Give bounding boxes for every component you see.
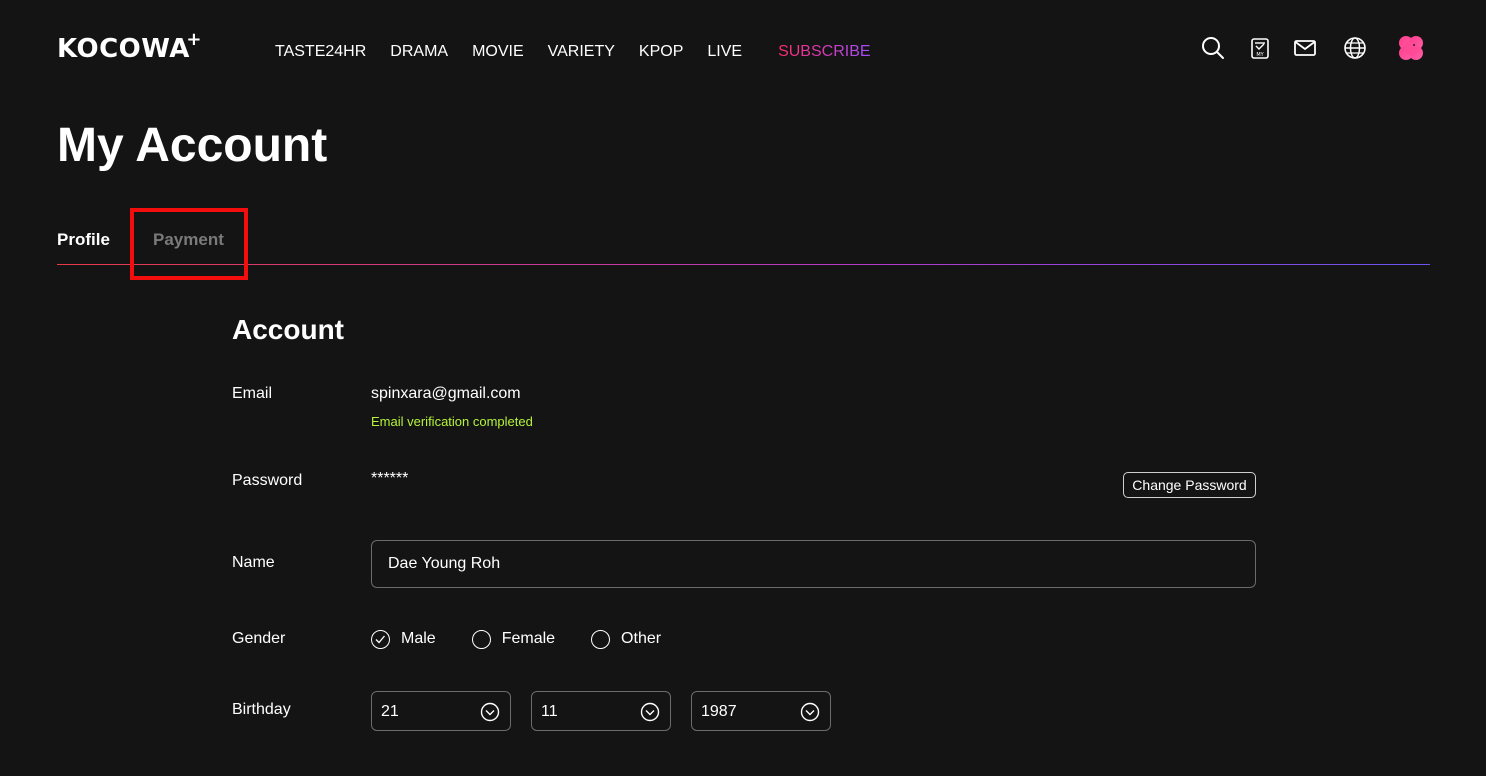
email-value: spinxara@gmail.com: [371, 385, 521, 402]
change-password-button[interactable]: Change Password: [1123, 472, 1256, 498]
email-verification-status: Email verification completed: [371, 414, 533, 429]
password-value: ******: [371, 470, 409, 487]
search-icon[interactable]: [1200, 35, 1226, 61]
tab-divider: [57, 264, 1430, 265]
logo-text: KOCOWA: [57, 34, 190, 64]
birthday-month-value: 11: [541, 703, 558, 720]
name-field[interactable]: [371, 540, 1256, 588]
page-title: My Account: [57, 119, 328, 172]
radio-checked-icon: [371, 629, 390, 649]
my-list-icon[interactable]: MY: [1247, 35, 1273, 61]
birthday-day-value: 21: [381, 703, 399, 720]
gender-other-label: Other: [621, 630, 662, 647]
name-label: Name: [232, 554, 275, 571]
chevron-down-icon: [640, 702, 660, 722]
profile-avatar-icon[interactable]: [1397, 34, 1425, 62]
nav-drama[interactable]: DRAMA: [390, 43, 448, 61]
gender-option-female[interactable]: Female: [471, 629, 556, 649]
site-header: KOCOWA + TASTE24HR DRAMA MOVIE VARIETY KP…: [0, 0, 1486, 100]
mail-icon[interactable]: [1292, 35, 1318, 61]
nav-taste24hr[interactable]: TASTE24HR: [275, 43, 366, 61]
gender-option-male[interactable]: Male: [371, 629, 436, 649]
account-tabs: Profile Payment: [57, 226, 1430, 266]
my-list-icon-text: MY: [1256, 52, 1264, 58]
logo-plus: +: [186, 29, 202, 50]
main-nav: TASTE24HR DRAMA MOVIE VARIETY KPOP LIVE …: [275, 43, 895, 61]
birthday-month-select[interactable]: 11: [531, 691, 671, 731]
payment-tab-highlight: [130, 208, 248, 280]
account-section-title: Account: [232, 314, 344, 345]
gender-male-label: Male: [401, 630, 436, 647]
tab-profile[interactable]: Profile: [57, 230, 110, 250]
gender-radio-group: Male Female Other: [371, 629, 697, 649]
nav-variety[interactable]: VARIETY: [548, 43, 615, 61]
birthday-day-select[interactable]: 21: [371, 691, 511, 731]
radio-unchecked-icon: [471, 629, 491, 649]
nav-movie[interactable]: MOVIE: [472, 43, 524, 61]
birthday-year-value: 1987: [701, 703, 737, 720]
gender-female-label: Female: [501, 630, 556, 647]
birthday-year-select[interactable]: 1987: [691, 691, 831, 731]
birthday-label: Birthday: [232, 701, 291, 718]
email-label: Email: [232, 385, 273, 402]
nav-live[interactable]: LIVE: [707, 43, 742, 61]
globe-icon[interactable]: [1342, 35, 1368, 61]
chevron-down-icon: [480, 702, 500, 722]
gender-option-other[interactable]: Other: [591, 629, 661, 649]
chevron-down-icon: [800, 702, 820, 722]
gender-label: Gender: [232, 630, 286, 647]
password-label: Password: [232, 472, 303, 489]
kocowa-logo[interactable]: KOCOWA +: [57, 29, 201, 64]
nav-subscribe[interactable]: SUBSCRIBE: [778, 43, 870, 61]
radio-unchecked-icon: [591, 629, 611, 649]
nav-kpop[interactable]: KPOP: [639, 43, 683, 61]
